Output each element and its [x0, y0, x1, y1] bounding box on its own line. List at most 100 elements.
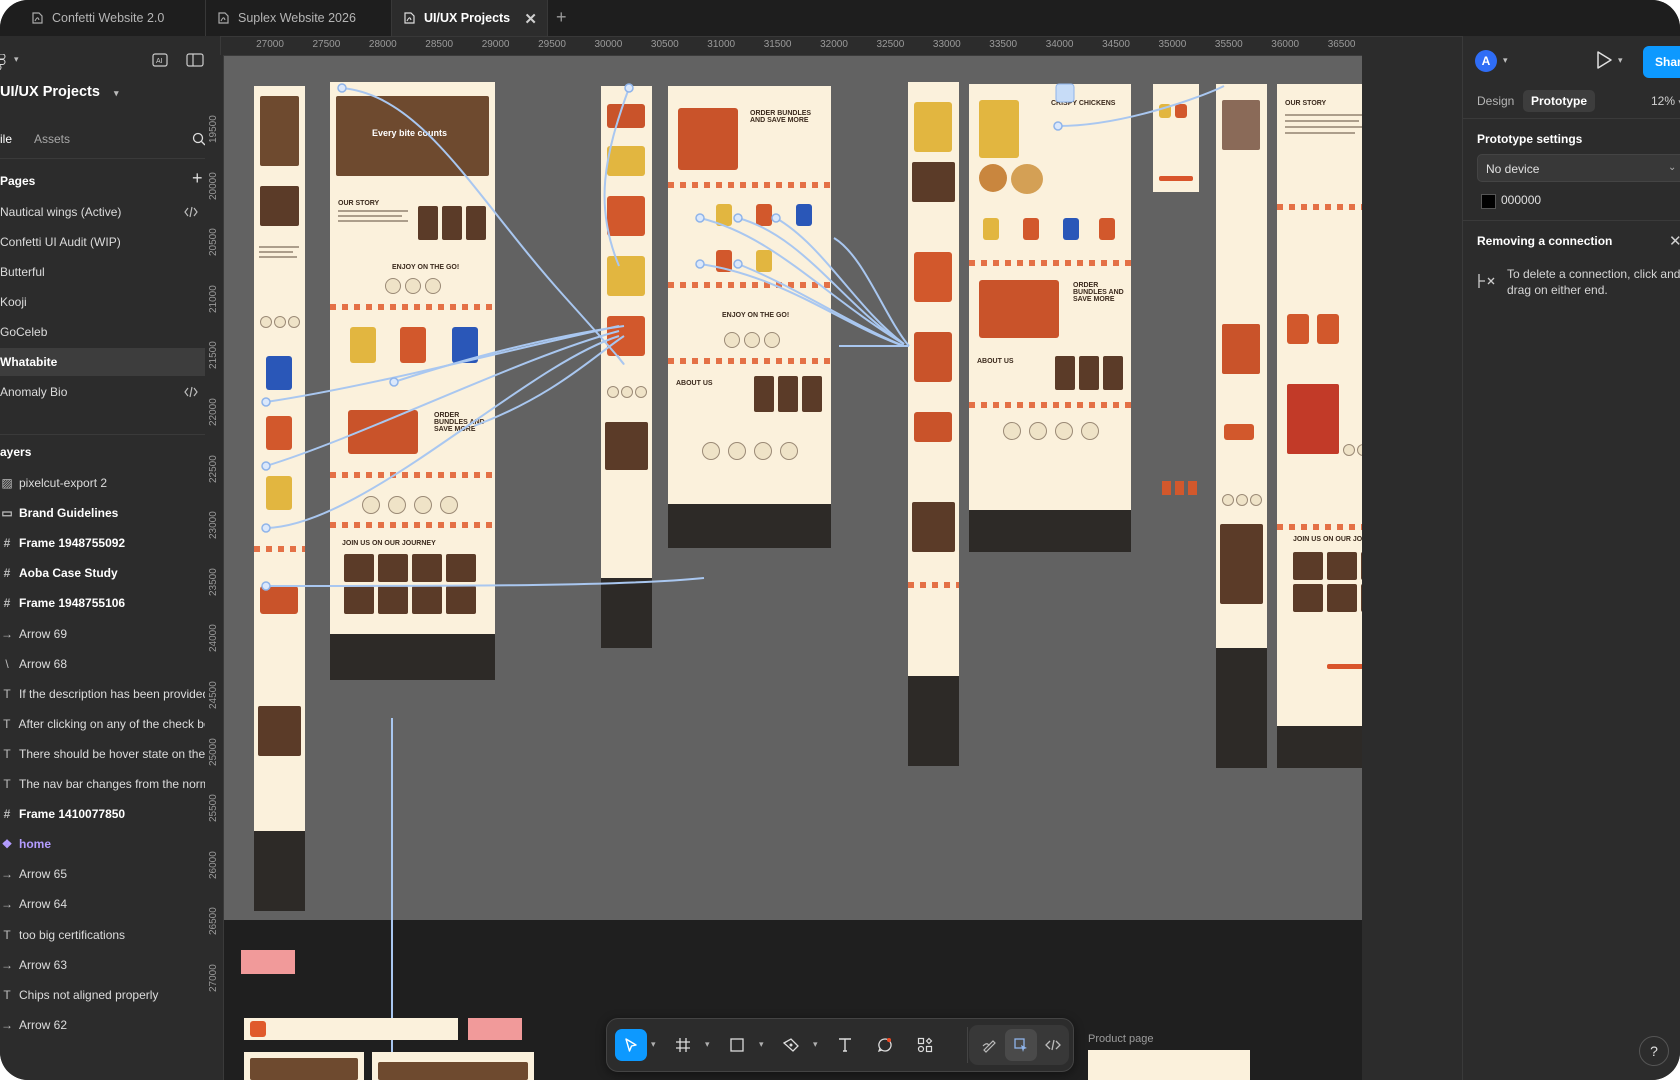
layer-row[interactable]: → Arrow 64 [0, 889, 220, 919]
ruler-tick-label: 30000 [594, 39, 623, 50]
close-icon[interactable]: ✕ [524, 10, 537, 28]
chevron-down-icon[interactable]: ▾ [651, 1039, 656, 1050]
layer-row[interactable]: ▭ Brand Guidelines [0, 498, 220, 528]
frame-about-desktop[interactable]: OUR STORY JOIN US ON OUR JOURNEY [1277, 84, 1362, 768]
frame-tool-icon[interactable] [667, 1029, 699, 1061]
canvas[interactable]: Every bite counts OUR STORY ENJOY ON THE… [224, 56, 1362, 1080]
page-item[interactable]: Butterful [0, 258, 212, 286]
product-page-label: Product page [1088, 1033, 1154, 1045]
zoom-level[interactable]: 12% ▾ [1651, 94, 1680, 108]
help-button[interactable]: ? [1639, 1036, 1669, 1066]
add-page-plus-icon[interactable]: + [192, 168, 203, 189]
frame-mobile-about[interactable] [1216, 84, 1267, 768]
layer-row[interactable]: \ Arrow 68 [0, 649, 220, 679]
chevron-down-icon[interactable]: ▾ [1618, 55, 1623, 66]
rectangle-tool-icon[interactable] [721, 1029, 753, 1061]
tab-assets[interactable]: Assets [34, 132, 70, 146]
layer-row[interactable]: # Frame 1948755106 [0, 588, 220, 618]
draw-mode-icon[interactable] [973, 1029, 1005, 1061]
note-sticky[interactable] [241, 950, 295, 974]
sidebar-toggle-icon[interactable] [186, 53, 204, 67]
frame-crispy-chickens[interactable]: CRISPY CHICKENS ORDER BUNDLES AND SAVE M… [969, 84, 1131, 552]
device-select[interactable]: No device ⌄ [1477, 154, 1680, 182]
share-button[interactable]: Share [1643, 46, 1680, 78]
color-swatch[interactable] [1481, 194, 1496, 209]
search-icon[interactable] [192, 132, 206, 146]
dev-mode-icon[interactable] [1037, 1029, 1069, 1061]
page-item[interactable]: GoCeleb [0, 318, 212, 346]
main-menu[interactable]: ▾ AI [0, 50, 220, 74]
frame-product-page[interactable] [1088, 1050, 1250, 1080]
page-item[interactable]: Confetti UI Audit (WIP) [0, 228, 212, 256]
tab-prototype[interactable]: Prototype [1523, 90, 1596, 112]
frame-icon: # [3, 536, 11, 551]
heading-journey: JOIN US ON OUR JOURNEY [1293, 536, 1362, 543]
layer-row[interactable]: T If the description has been provided b [0, 679, 220, 709]
arrow-icon: → [1, 626, 13, 641]
tab-suplex-website[interactable]: Suplex Website 2026 [206, 0, 392, 36]
avatar[interactable]: A [1475, 50, 1497, 72]
code-icon[interactable] [184, 206, 198, 218]
pen-tool-icon[interactable] [775, 1029, 807, 1061]
frame-home-desktop[interactable]: Every bite counts OUR STORY ENJOY ON THE… [330, 82, 495, 680]
layer-row[interactable]: T There should be hover state on the pr [0, 739, 220, 769]
tab-uiux-projects[interactable]: UI/UX Projects ✕ [392, 0, 548, 36]
page-item[interactable]: Anomaly Bio [0, 378, 212, 406]
frame-cart-panel[interactable] [1153, 84, 1199, 192]
background-color-value[interactable]: 000000 [1501, 193, 1541, 207]
chevron-down-icon[interactable]: ▾ [813, 1039, 818, 1050]
layer-row[interactable]: ▨ pixelcut-export 2 [0, 468, 220, 498]
tab-confetti-website[interactable]: Confetti Website 2.0 [20, 0, 206, 36]
layer-row[interactable]: → Arrow 62 [0, 1010, 220, 1040]
layer-row[interactable]: → Arrow 65 [0, 859, 220, 889]
frame-nav-bar[interactable] [244, 1018, 458, 1040]
layer-row[interactable]: T After clicking on any of the check box, [0, 709, 220, 739]
layer-row[interactable]: → Arrow 63 [0, 950, 220, 980]
chevron-down-icon[interactable]: ▾ [1503, 55, 1508, 66]
text-tool-icon[interactable] [829, 1029, 861, 1061]
page-item[interactable]: Whatabite [0, 348, 212, 376]
frame-mobile-products[interactable] [601, 86, 652, 648]
close-icon[interactable]: ✕ [1669, 232, 1680, 250]
layer-row[interactable]: # Frame 1410077850 [0, 799, 220, 829]
frame-hero-lower[interactable] [372, 1052, 534, 1080]
pages-title: Pages [0, 174, 36, 188]
move-tool-icon[interactable] [615, 1029, 647, 1061]
layer-row[interactable]: → Arrow 69 [0, 619, 220, 649]
layer-label: Frame 1410077850 [19, 807, 126, 822]
page-item[interactable]: Nautical wings (Active) [0, 198, 212, 226]
comment-tool-icon[interactable] [869, 1029, 901, 1061]
design-mode-icon[interactable] [1005, 1029, 1037, 1061]
chevron-down-icon[interactable]: ▾ [705, 1039, 710, 1050]
layer-row[interactable]: # Frame 1948755092 [0, 528, 220, 558]
chevron-down-icon[interactable]: ▾ [759, 1039, 764, 1050]
figma-file-icon [404, 12, 415, 24]
play-icon[interactable] [1595, 50, 1613, 70]
layer-label: Arrow 62 [19, 1017, 68, 1032]
ruler-tick-label: 31500 [763, 39, 792, 50]
text-icon: T [3, 746, 11, 761]
project-title[interactable]: UI/UX Projects ▾ [0, 84, 118, 100]
text-icon: T [3, 716, 11, 731]
code-icon[interactable] [184, 386, 198, 398]
frame-product-desktop[interactable]: ORDER BUNDLES AND SAVE MORE ENJOY ON THE… [668, 86, 831, 548]
background-color-row[interactable]: 000000 [1477, 188, 1680, 214]
page-item-label: Nautical wings (Active) [0, 205, 122, 219]
layer-row[interactable]: # Aoba Case Study [0, 558, 220, 588]
layer-row[interactable]: Ttoo big certifications [0, 920, 220, 950]
actions-icon[interactable] [909, 1029, 941, 1061]
ai-icon[interactable]: AI [152, 53, 168, 67]
text-icon: T [3, 686, 11, 701]
layer-row[interactable]: T The nav bar changes from the normal [0, 769, 220, 799]
tab-design[interactable]: Design [1469, 90, 1522, 112]
layer-row[interactable]: ❖ home [0, 829, 220, 859]
note-sticky[interactable] [468, 1018, 522, 1040]
frame-mobile-home[interactable] [254, 86, 305, 911]
layer-row[interactable]: T Chips not aligned properly [0, 980, 220, 1010]
frame-hero-lower[interactable] [244, 1052, 364, 1080]
panel-tabs: ile Assets [0, 128, 220, 154]
page-item[interactable]: Kooji [0, 288, 212, 316]
tab-file[interactable]: ile [0, 132, 12, 146]
frame-mobile-product-detail[interactable] [908, 82, 959, 766]
plus-icon[interactable]: + [556, 7, 567, 28]
